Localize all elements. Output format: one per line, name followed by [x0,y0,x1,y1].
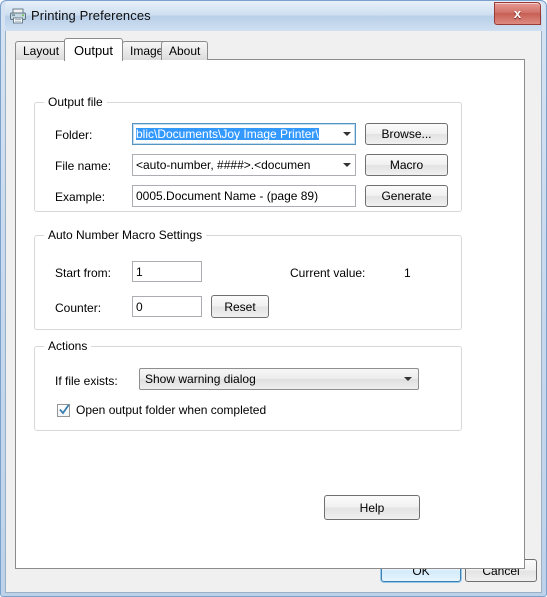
current-value-label: Current value: [290,266,366,280]
group-auto-number-label: Auto Number Macro Settings [44,228,207,242]
printing-preferences-window: Printing Preferences x Layout Output Ima… [0,0,547,597]
checkbox-box [57,403,70,417]
check-icon [59,403,70,417]
tab-about-label: About [169,44,201,58]
tab-about[interactable]: About [161,41,209,60]
tab-layout-label: Layout [23,44,60,58]
folder-combobox[interactable]: blic\Documents\Joy Image Printer\ [132,123,356,145]
file-name-dropdown-arrow[interactable] [338,155,355,175]
generate-button[interactable]: Generate [365,185,448,207]
folder-value: blic\Documents\Joy Image Printer\ [136,128,319,140]
tab-image-label: Image [130,44,164,58]
file-name-label: File name: [55,159,112,173]
group-output-file-label: Output file [44,95,107,109]
file-name-combobox[interactable]: <auto-number, ####>.<documen [132,154,356,176]
window-title: Printing Preferences [31,8,151,23]
start-from-label: Start from: [55,266,112,280]
tab-layout[interactable]: Layout [15,41,68,60]
example-field[interactable]: 0005.Document Name - (page 89) [132,185,356,207]
if-file-exists-value: Show warning dialog [145,372,256,386]
tab-panel-output: Output file Folder: blic\Documents\Joy I… [15,59,525,569]
tab-strip: Layout Output Image About [15,38,535,61]
file-name-value: <auto-number, ####>.<documen [136,159,311,171]
title-bar: Printing Preferences x [5,1,542,31]
folder-dropdown-arrow[interactable] [338,124,355,144]
if-file-exists-label: If file exists: [55,374,118,388]
folder-combobox-text: blic\Documents\Joy Image Printer\ [133,128,338,140]
group-actions-label: Actions [44,339,92,353]
current-value: 1 [404,266,411,280]
close-button[interactable]: x [494,2,541,25]
chevron-down-icon [404,377,412,381]
if-file-exists-arrow[interactable] [398,377,418,381]
start-from-input[interactable]: 1 [132,261,202,282]
example-label: Example: [55,190,106,204]
counter-input[interactable]: 0 [132,296,202,317]
open-output-folder-checkbox[interactable]: Open output folder when completed [57,403,266,417]
tab-output[interactable]: Output [64,38,124,61]
counter-label: Counter: [55,301,102,315]
reset-button[interactable]: Reset [211,295,269,318]
folder-label: Folder: [55,128,93,142]
dialog-client-area: Layout Output Image About Output file Fo… [5,31,542,593]
group-output-file: Output file Folder: blic\Documents\Joy I… [34,95,462,212]
chevron-down-icon [342,163,351,167]
group-auto-number-macro-settings: Auto Number Macro Settings Start from: 1… [34,228,462,330]
if-file-exists-dropdown[interactable]: Show warning dialog [139,368,419,390]
help-button[interactable]: Help [324,495,420,520]
printer-icon [9,8,27,24]
group-actions: Actions If file exists: Show warning dia… [34,339,462,431]
tab-output-label: Output [74,42,114,58]
macro-button[interactable]: Macro [365,154,448,176]
close-icon: x [513,6,522,21]
chevron-down-icon [342,132,351,136]
browse-button[interactable]: Browse... [365,123,448,145]
open-output-folder-label: Open output folder when completed [76,403,267,417]
